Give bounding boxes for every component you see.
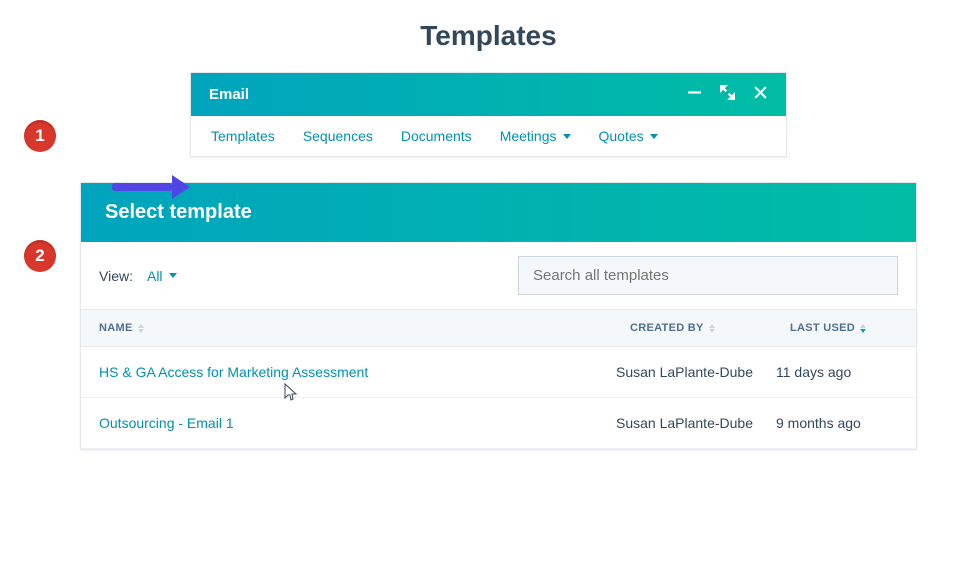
table-row[interactable]: HS & GA Access for Marketing Assessment … (81, 347, 916, 398)
select-template-title: Select template (81, 183, 916, 242)
email-window: Email Templates Sequences Documents Meet… (190, 72, 787, 157)
chevron-down-icon (563, 134, 571, 139)
table-row[interactable]: Outsourcing - Email 1 Susan LaPlante-Dub… (81, 398, 916, 449)
tab-meetings[interactable]: Meetings (500, 128, 571, 144)
tab-sequences[interactable]: Sequences (303, 128, 373, 144)
column-name[interactable]: NAME (81, 310, 616, 346)
template-name[interactable]: Outsourcing - Email 1 (81, 415, 616, 431)
sort-icon (138, 324, 144, 333)
tab-quotes-label: Quotes (599, 128, 644, 144)
chevron-down-icon (650, 134, 658, 139)
step-badge-1: 1 (24, 120, 56, 152)
column-created-by[interactable]: CREATED BY (616, 310, 776, 346)
select-template-panel: Select template View: All NAME CREATED B… (80, 182, 917, 450)
page-title: Templates (0, 20, 977, 52)
step-badge-2: 2 (24, 240, 56, 272)
view-label: View: (99, 268, 133, 284)
expand-icon[interactable] (720, 85, 735, 104)
sort-icon (860, 324, 866, 333)
sort-icon (709, 324, 715, 333)
email-titlebar: Email (191, 73, 786, 116)
search-input[interactable] (518, 256, 898, 295)
tab-templates[interactable]: Templates (211, 128, 275, 144)
column-created-label: CREATED BY (630, 322, 704, 334)
column-used-label: LAST USED (790, 322, 855, 334)
column-name-label: NAME (99, 322, 133, 334)
email-title: Email (209, 86, 249, 103)
arrow-annotation (112, 175, 190, 199)
tab-documents[interactable]: Documents (401, 128, 472, 144)
table-header: NAME CREATED BY LAST USED (81, 309, 916, 347)
view-value: All (147, 268, 163, 284)
template-created-by: Susan LaPlante-Dube (616, 414, 776, 432)
template-name[interactable]: HS & GA Access for Marketing Assessment (81, 364, 616, 380)
template-last-used: 11 days ago (776, 364, 916, 380)
template-created-by: Susan LaPlante-Dube (616, 363, 776, 381)
column-last-used[interactable]: LAST USED (776, 310, 916, 346)
view-dropdown[interactable]: All (147, 268, 177, 284)
filter-row: View: All (81, 242, 916, 309)
minimize-icon[interactable] (687, 85, 702, 104)
template-last-used: 9 months ago (776, 415, 916, 431)
templates-table: NAME CREATED BY LAST USED HS & GA Access… (81, 309, 916, 449)
close-icon[interactable] (753, 85, 768, 104)
chevron-down-icon (169, 273, 177, 278)
email-tabbar: Templates Sequences Documents Meetings Q… (191, 116, 786, 156)
tab-meetings-label: Meetings (500, 128, 557, 144)
tab-quotes[interactable]: Quotes (599, 128, 658, 144)
